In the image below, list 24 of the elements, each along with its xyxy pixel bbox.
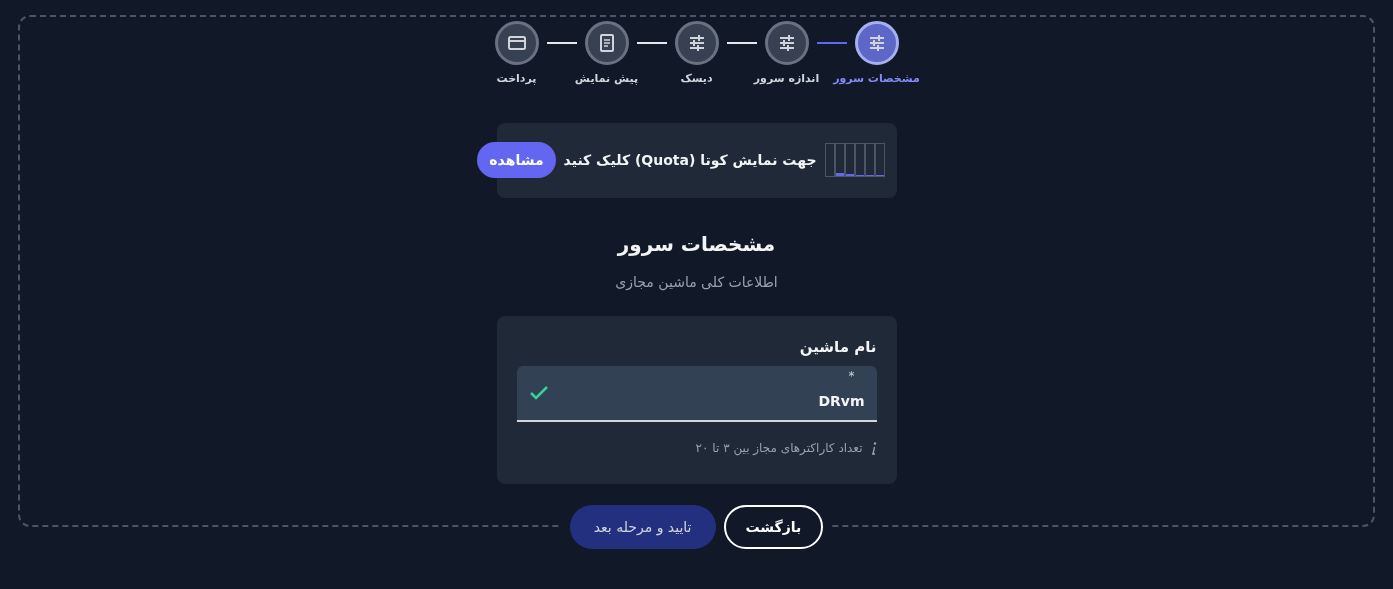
step-label: دیسک [680,71,713,87]
next-button[interactable]: تایید و مرحله بعد [569,504,716,549]
field-label: نام ماشین [798,336,877,358]
step-label: مشخصات سرور [833,71,920,87]
back-button[interactable]: بازگشت [723,504,824,549]
info-icon [870,441,877,455]
required-mark: * [848,368,855,384]
hint-text: تعداد کاراکترهای مجاز بین ۳ تا ۲۰ [695,440,863,456]
card-icon [506,33,527,53]
step-button[interactable] [674,21,719,65]
step-button[interactable] [854,21,899,65]
view-button[interactable]: مشاهده [477,142,556,178]
field-value: DRvm [818,392,865,411]
step-label: پرداخت [496,71,537,87]
step-button[interactable] [584,21,629,65]
section-title: مشخصات سرور [617,230,776,258]
quota-icon [824,143,885,177]
machine-name-field[interactable]: * DRvm [516,366,877,422]
quota-text: جهت نمایش کوتا (Quota) کلیک کنید [563,151,817,170]
step-label: پیش نمایش [574,71,639,87]
step-button[interactable] [764,21,809,65]
step-label: اندازه سرور [753,71,820,87]
step-button[interactable] [494,21,539,65]
section-subtitle: اطلاعات کلی ماشین مجازی [615,272,778,292]
